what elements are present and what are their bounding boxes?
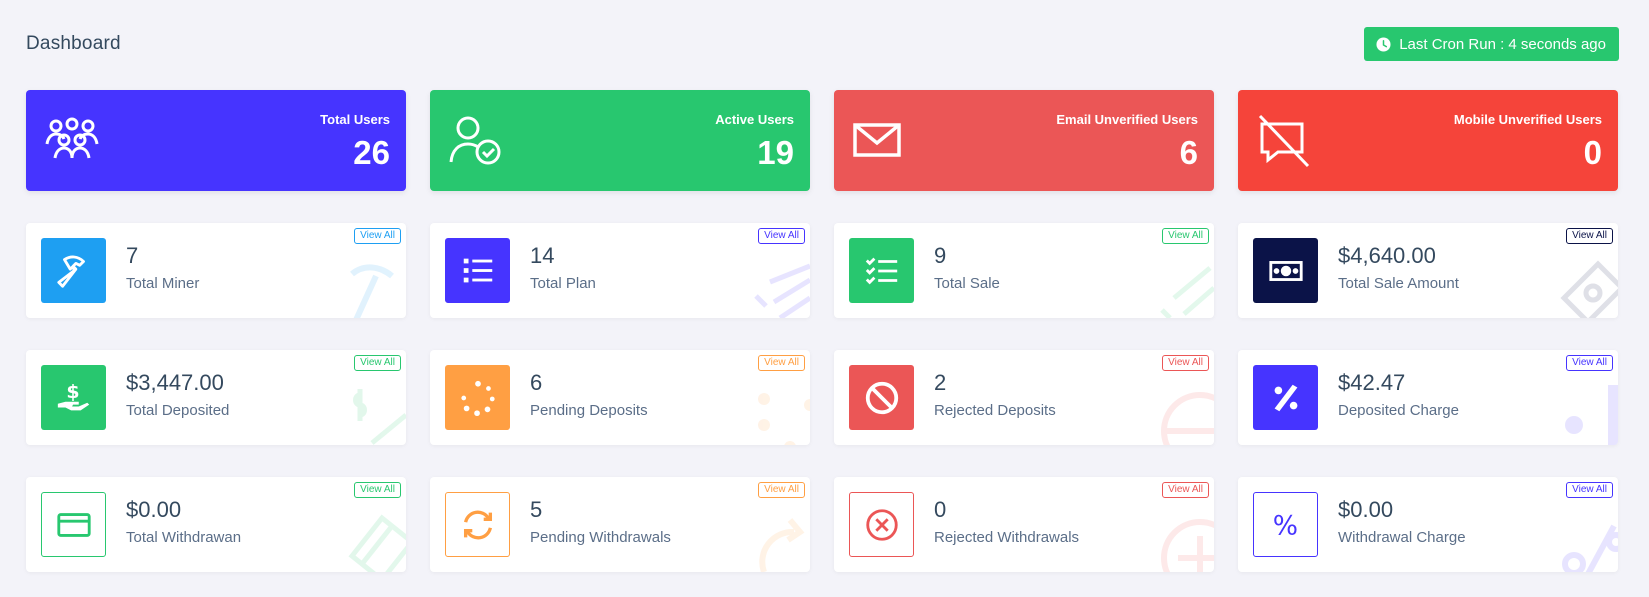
rejected-withdrawals-card: 0 Rejected Withdrawals View All bbox=[834, 477, 1214, 572]
total-sale-amount-card: $4,640.00 Total Sale Amount View All bbox=[1238, 223, 1618, 318]
stat-value: 6 bbox=[1179, 134, 1198, 171]
view-all-button[interactable]: View All bbox=[354, 355, 401, 371]
view-all-button[interactable]: View All bbox=[1162, 482, 1209, 498]
widget-amount: $3,447.00 bbox=[126, 370, 224, 395]
widget-title: Total Sale Amount bbox=[1338, 275, 1459, 292]
view-all-button[interactable]: View All bbox=[1566, 228, 1613, 244]
percent-icon: % bbox=[1253, 492, 1318, 557]
deposited-charge-card: $42.47 Deposited Charge View All bbox=[1238, 350, 1618, 445]
page-title: Dashboard bbox=[26, 33, 121, 54]
widget-title: Total Withdrawan bbox=[126, 529, 242, 546]
widget-amount: $42.47 bbox=[1338, 370, 1406, 395]
view-all-button[interactable]: View All bbox=[758, 355, 805, 371]
stat-label: Email Unverified Users bbox=[1056, 112, 1198, 127]
sync-icon bbox=[759, 518, 805, 572]
total-sale-card: 9 Total Sale View All bbox=[834, 223, 1214, 318]
widget-amount: 6 bbox=[530, 370, 543, 395]
widget-title: Pending Deposits bbox=[530, 402, 648, 419]
percent-icon bbox=[1565, 385, 1618, 445]
widget-grid: 7 Total Miner View All 14 Total Plan Vie… bbox=[26, 223, 1619, 572]
credit-card-icon bbox=[41, 492, 106, 557]
total-plan-card: 14 Total Plan View All bbox=[430, 223, 810, 318]
widget-amount: $4,640.00 bbox=[1338, 243, 1436, 268]
widget-title: Total Miner bbox=[126, 275, 200, 292]
view-all-button[interactable]: View All bbox=[1162, 228, 1209, 244]
widget-amount: $0.00 bbox=[126, 497, 182, 522]
spinner-icon bbox=[445, 365, 510, 430]
money-bill-icon bbox=[1560, 260, 1618, 318]
hand-dollar-icon: $ bbox=[41, 365, 106, 430]
hand-dollar-icon bbox=[353, 389, 406, 445]
stat-value: 19 bbox=[757, 134, 794, 171]
view-all-button[interactable]: View All bbox=[354, 482, 401, 498]
hammer-icon bbox=[41, 238, 106, 303]
svg-text:$: $ bbox=[66, 381, 79, 403]
widget-title: Withdrawal Charge bbox=[1338, 529, 1466, 546]
pending-withdrawals-card: 5 Pending Withdrawals View All bbox=[430, 477, 810, 572]
view-all-button[interactable]: View All bbox=[1162, 355, 1209, 371]
clock-icon bbox=[1376, 36, 1391, 52]
rejected-deposits-card: 2 Rejected Deposits View All bbox=[834, 350, 1214, 445]
widget-title: Total Sale bbox=[934, 275, 1000, 292]
widget-title: Rejected Withdrawals bbox=[934, 529, 1080, 546]
widget-amount: 5 bbox=[530, 497, 543, 522]
widget-title: Rejected Deposits bbox=[934, 402, 1056, 419]
sync-icon bbox=[445, 492, 510, 557]
mobile-off-icon bbox=[1256, 112, 1312, 168]
widget-amount: 2 bbox=[934, 370, 947, 395]
view-all-button[interactable]: View All bbox=[354, 228, 401, 244]
mobile-unverified-card[interactable]: Mobile Unverified Users 0 bbox=[1238, 90, 1618, 191]
widget-amount: 9 bbox=[934, 243, 947, 268]
total-withdrawan-card: $0.00 Total Withdrawan View All bbox=[26, 477, 406, 572]
view-all-button[interactable]: View All bbox=[758, 482, 805, 498]
widget-amount: 14 bbox=[530, 243, 555, 268]
view-all-button[interactable]: View All bbox=[758, 228, 805, 244]
cron-status-button[interactable]: Last Cron Run : 4 seconds ago bbox=[1364, 27, 1619, 61]
ban-icon bbox=[1161, 392, 1214, 445]
stat-value: 26 bbox=[353, 134, 390, 171]
active-users-card[interactable]: Active Users 19 bbox=[430, 90, 810, 191]
stat-label: Total Users bbox=[320, 112, 390, 127]
pending-deposits-card: 6 Pending Deposits View All bbox=[430, 350, 810, 445]
list-icon bbox=[445, 238, 510, 303]
page-header: Dashboard Last Cron Run : 4 seconds ago bbox=[26, 27, 1619, 61]
email-unverified-card[interactable]: Email Unverified Users 6 bbox=[834, 90, 1214, 191]
stat-label: Mobile Unverified Users bbox=[1453, 112, 1602, 127]
spinner-icon bbox=[758, 393, 810, 445]
svg-text:%: % bbox=[1272, 510, 1297, 541]
total-miner-card: 7 Total Miner View All bbox=[26, 223, 406, 318]
total-deposited-card: $ $3,447.00 Total Deposited View All bbox=[26, 350, 406, 445]
widget-amount: 7 bbox=[126, 243, 139, 268]
list-icon bbox=[754, 263, 810, 318]
money-bill-icon bbox=[1253, 238, 1318, 303]
percent-icon bbox=[1253, 365, 1318, 430]
widget-amount: $0.00 bbox=[1338, 497, 1394, 522]
stat-value: 0 bbox=[1583, 134, 1602, 171]
times-circle-icon bbox=[1161, 519, 1214, 572]
envelope-icon bbox=[852, 112, 908, 168]
view-all-button[interactable]: View All bbox=[1566, 482, 1613, 498]
user-check-icon bbox=[448, 112, 504, 168]
checklist-icon bbox=[1160, 266, 1214, 318]
stat-label: Active Users bbox=[715, 112, 794, 127]
withdrawal-charge-card: % $0.00 Withdrawal Charge View All bbox=[1238, 477, 1618, 572]
user-stats-row: Total Users 26 Active Users 19 Email Unv… bbox=[26, 90, 1619, 191]
widget-title: Deposited Charge bbox=[1338, 402, 1459, 419]
view-all-button[interactable]: View All bbox=[1566, 355, 1613, 371]
credit-card-icon bbox=[348, 514, 406, 572]
users-icon bbox=[44, 112, 100, 168]
checklist-icon bbox=[849, 238, 914, 303]
widget-title: Total Deposited bbox=[126, 402, 230, 419]
times-circle-icon bbox=[849, 492, 914, 557]
percent-icon bbox=[1562, 524, 1618, 572]
widget-title: Pending Withdrawals bbox=[530, 529, 671, 546]
widget-title: Total Plan bbox=[530, 275, 596, 292]
total-users-card[interactable]: Total Users 26 bbox=[26, 90, 406, 191]
cron-status-label: Last Cron Run : 4 seconds ago bbox=[1399, 35, 1606, 53]
ban-icon bbox=[849, 365, 914, 430]
hammer-icon bbox=[350, 264, 394, 318]
widget-amount: 0 bbox=[934, 497, 947, 522]
